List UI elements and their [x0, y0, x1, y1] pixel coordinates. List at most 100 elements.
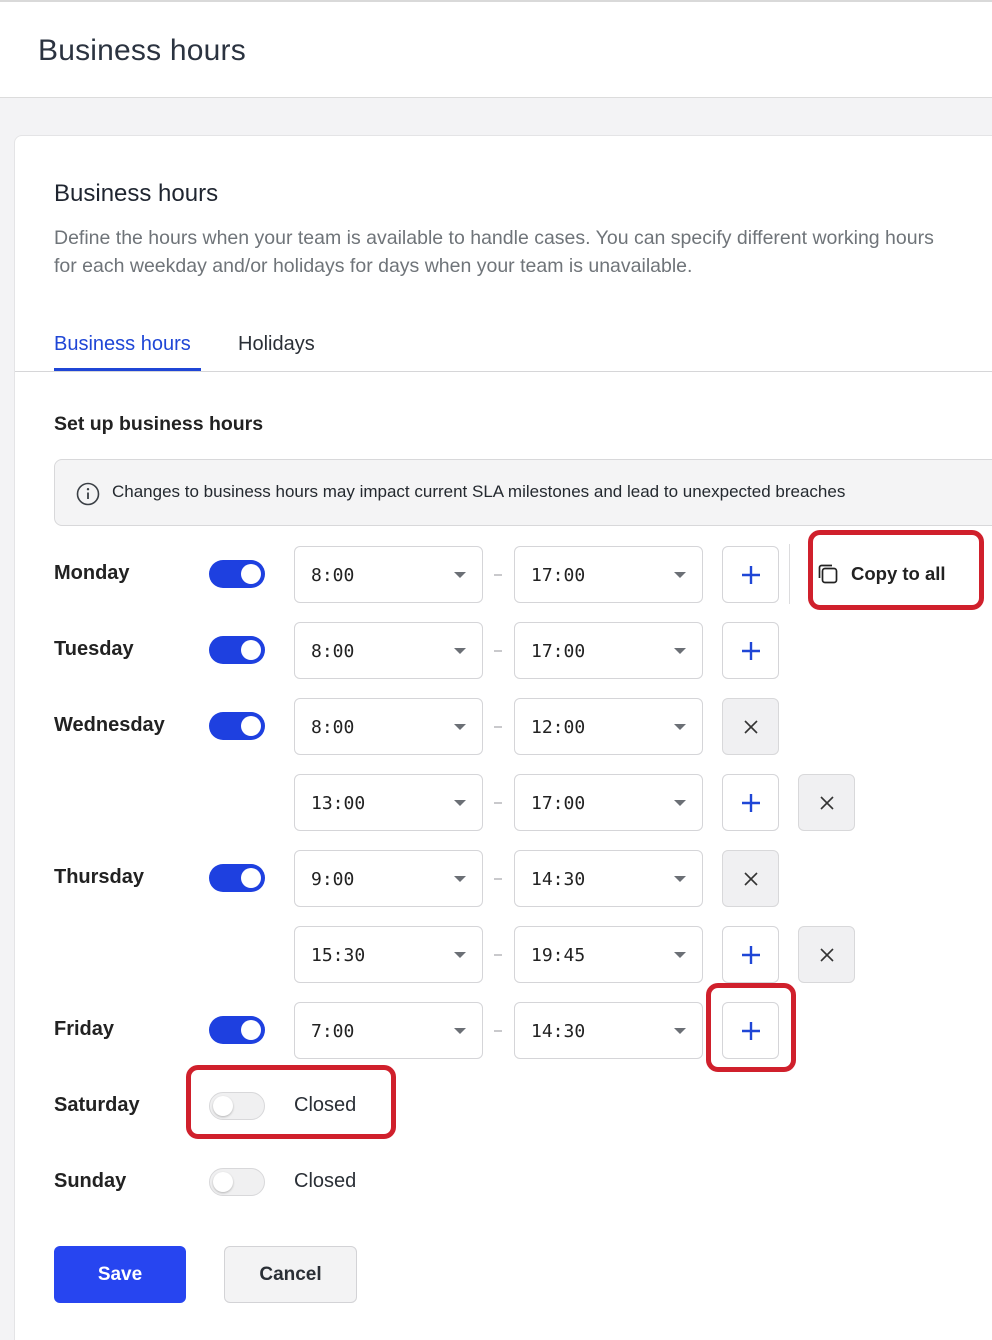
end-time-select-thursday[interactable]: 14:30	[514, 850, 703, 907]
add-range-button-thursday[interactable]	[722, 926, 779, 983]
day-label-saturday: Saturday	[54, 1094, 140, 1116]
chevron-down-icon	[674, 952, 686, 958]
start-time-select-monday[interactable]: 8:00	[294, 546, 483, 603]
closed-label-sunday: Closed	[294, 1170, 357, 1192]
end-time-value: 12:00	[531, 717, 586, 738]
plus-icon	[741, 793, 760, 812]
toggle-knob	[241, 1020, 261, 1040]
chevron-down-icon	[674, 800, 686, 806]
add-range-button-monday[interactable]	[722, 546, 779, 603]
remove-range-button-wednesday[interactable]	[798, 774, 855, 831]
info-notice: Changes to business hours may impact cur…	[54, 459, 992, 526]
divider	[789, 544, 790, 604]
range-separator	[494, 650, 502, 652]
remove-range-button-thursday[interactable]	[798, 926, 855, 983]
start-time-select-thursday[interactable]: 15:30	[294, 926, 483, 983]
chevron-down-icon	[454, 724, 466, 730]
toggle-knob	[213, 1096, 233, 1116]
end-time-select-wednesday[interactable]: 12:00	[514, 698, 703, 755]
start-time-select-wednesday[interactable]: 13:00	[294, 774, 483, 831]
business-hours-card: Business hours Define the hours when you…	[14, 135, 992, 1340]
active-tab-indicator	[54, 368, 201, 371]
start-time-select-thursday[interactable]: 9:00	[294, 850, 483, 907]
plus-icon	[741, 565, 760, 584]
end-time-select-friday[interactable]: 14:30	[514, 1002, 703, 1059]
chevron-down-icon	[674, 572, 686, 578]
page-header: Business hours	[0, 0, 992, 98]
tab-bar: Business hours Holidays	[15, 326, 992, 372]
plus-icon	[741, 945, 760, 964]
add-range-button-tuesday[interactable]	[722, 622, 779, 679]
end-time-select-tuesday[interactable]: 17:00	[514, 622, 703, 679]
end-time-value: 17:00	[531, 641, 586, 662]
day-label-monday: Monday	[54, 562, 130, 584]
remove-range-button-wednesday[interactable]	[722, 698, 779, 755]
start-time-value: 8:00	[311, 565, 355, 586]
end-time-select-thursday[interactable]: 19:45	[514, 926, 703, 983]
range-separator	[494, 878, 502, 880]
chevron-down-icon	[454, 952, 466, 958]
end-time-value: 17:00	[531, 565, 586, 586]
card-title: Business hours	[54, 180, 219, 207]
page-title: Business hours	[38, 34, 246, 67]
start-time-select-tuesday[interactable]: 8:00	[294, 622, 483, 679]
chevron-down-icon	[674, 724, 686, 730]
end-time-value: 14:30	[531, 1021, 586, 1042]
start-time-select-wednesday[interactable]: 8:00	[294, 698, 483, 755]
start-time-value: 9:00	[311, 869, 355, 890]
day-label-wednesday: Wednesday	[54, 714, 165, 736]
chevron-down-icon	[454, 800, 466, 806]
copy-to-all-button[interactable]: Copy to all	[815, 547, 946, 601]
range-separator	[494, 1030, 502, 1032]
close-icon	[743, 871, 758, 886]
toggle-saturday[interactable]	[209, 1092, 265, 1120]
range-separator	[494, 802, 502, 804]
end-time-value: 14:30	[531, 869, 586, 890]
cancel-button[interactable]: Cancel	[224, 1246, 357, 1303]
notice-text: Changes to business hours may impact cur…	[112, 482, 846, 501]
end-time-value: 17:00	[531, 793, 586, 814]
tab-holidays[interactable]: Holidays	[238, 333, 315, 356]
chevron-down-icon	[674, 648, 686, 654]
plus-icon	[741, 1021, 760, 1040]
chevron-down-icon	[454, 876, 466, 882]
toggle-knob	[213, 1172, 233, 1192]
info-icon	[76, 482, 100, 506]
day-label-sunday: Sunday	[54, 1170, 127, 1192]
add-range-button-friday[interactable]	[722, 1002, 779, 1059]
save-button[interactable]: Save	[54, 1246, 186, 1303]
range-separator	[494, 726, 502, 728]
start-time-value: 15:30	[311, 945, 366, 966]
toggle-monday[interactable]	[209, 560, 265, 588]
toggle-sunday[interactable]	[209, 1168, 265, 1196]
close-icon	[819, 947, 834, 962]
closed-label-saturday: Closed	[294, 1094, 357, 1116]
close-icon	[819, 795, 834, 810]
start-time-value: 7:00	[311, 1021, 355, 1042]
day-label-thursday: Thursday	[54, 866, 145, 888]
toggle-knob	[241, 640, 261, 660]
chevron-down-icon	[454, 648, 466, 654]
toggle-thursday[interactable]	[209, 864, 265, 892]
copy-to-all-label: Copy to all	[851, 563, 946, 584]
toggle-tuesday[interactable]	[209, 636, 265, 664]
chevron-down-icon	[454, 572, 466, 578]
toggle-knob	[241, 868, 261, 888]
card-description: Define the hours when your team is avail…	[54, 227, 934, 277]
day-label-tuesday: Tuesday	[54, 638, 134, 660]
plus-icon	[741, 641, 760, 660]
range-separator	[494, 954, 502, 956]
chevron-down-icon	[674, 876, 686, 882]
tab-business-hours[interactable]: Business hours	[54, 333, 191, 356]
start-time-value: 8:00	[311, 717, 355, 738]
remove-range-button-thursday[interactable]	[722, 850, 779, 907]
toggle-friday[interactable]	[209, 1016, 265, 1044]
chevron-down-icon	[454, 1028, 466, 1034]
end-time-select-monday[interactable]: 17:00	[514, 546, 703, 603]
copy-icon	[818, 564, 838, 584]
add-range-button-wednesday[interactable]	[722, 774, 779, 831]
end-time-select-wednesday[interactable]: 17:00	[514, 774, 703, 831]
toggle-wednesday[interactable]	[209, 712, 265, 740]
start-time-select-friday[interactable]: 7:00	[294, 1002, 483, 1059]
toggle-knob	[241, 716, 261, 736]
